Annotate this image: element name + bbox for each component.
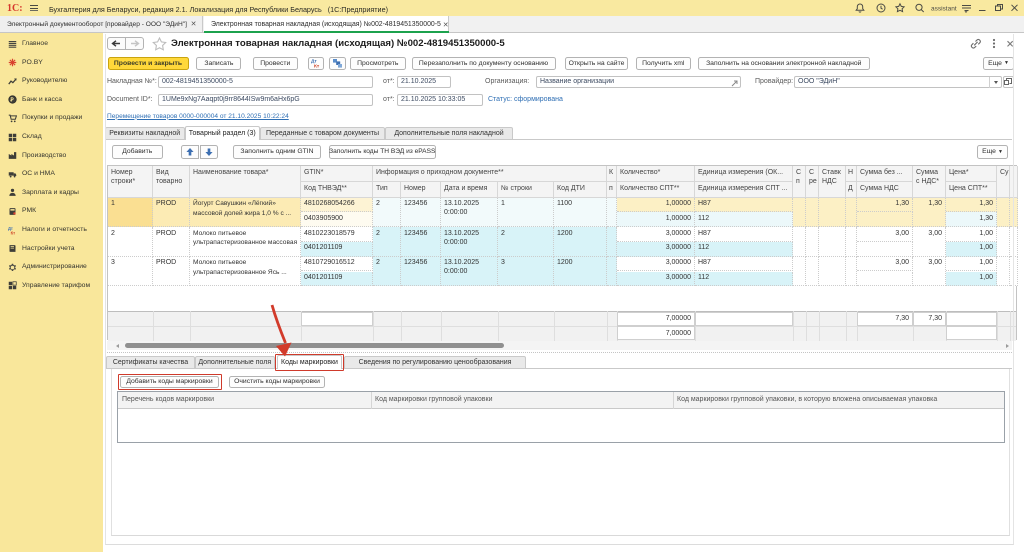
svg-text:Кт: Кт (11, 230, 16, 235)
svg-text:Ꝑ: Ꝑ (9, 97, 14, 104)
svg-text:assistant: assistant (931, 6, 957, 13)
